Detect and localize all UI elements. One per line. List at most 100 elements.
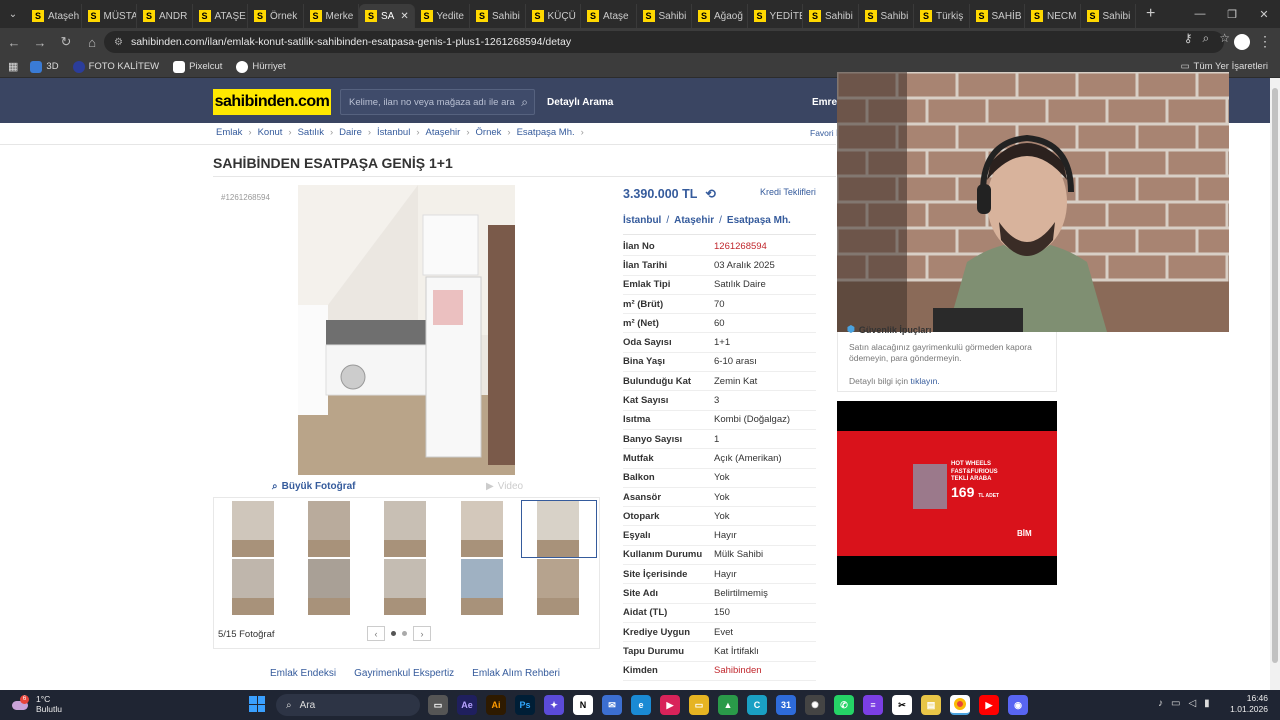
close-window-icon[interactable]: ✕	[1248, 0, 1280, 28]
browser-tab[interactable]: S Ataşe	[581, 4, 637, 28]
page-dot-active[interactable]	[391, 631, 396, 636]
new-tab-button[interactable]: +	[1146, 5, 1155, 23]
browser-tab[interactable]: S KÜÇÜ	[526, 4, 581, 28]
password-key-icon[interactable]: ⚷	[1184, 31, 1193, 46]
windows-start-icon[interactable]	[249, 696, 265, 712]
forward-icon[interactable]: →	[28, 30, 52, 54]
photo-thumbnail[interactable]	[308, 559, 350, 615]
edge-icon[interactable]: e	[631, 695, 651, 715]
notion-icon[interactable]: N	[573, 695, 593, 715]
location-neighborhood[interactable]: Esatpaşa Mh.	[727, 215, 791, 226]
weather-widget[interactable]: 6 1°C Bulutlu	[12, 694, 62, 714]
illustrator-icon[interactable]: Ai	[486, 695, 506, 715]
zoom-icon[interactable]: ⌕	[1203, 31, 1210, 46]
drive-icon[interactable]: ▲	[718, 695, 738, 715]
back-icon[interactable]: ←	[2, 30, 26, 54]
big-photo-button[interactable]: ⌕ Büyük Fotoğraf	[272, 481, 356, 492]
volume-icon[interactable]: ◁	[1188, 698, 1196, 709]
tab-search-icon[interactable]: ⌄	[0, 0, 26, 28]
browser-tab[interactable]: S Ağaoğ	[692, 4, 748, 28]
photoshop-icon[interactable]: Ps	[515, 695, 535, 715]
page-scrollbar[interactable]	[1270, 78, 1280, 690]
location-district[interactable]: Ataşehir	[674, 215, 714, 226]
browser-tab[interactable]: S Örnek	[248, 4, 304, 28]
next-page-button[interactable]: ›	[413, 626, 431, 641]
after-effects-icon[interactable]: Ae	[457, 695, 477, 715]
site-info-icon[interactable]: ⚙	[114, 37, 123, 48]
safety-details-link[interactable]: tıklayın.	[910, 376, 939, 386]
apps-grid-icon[interactable]: ▦	[8, 60, 18, 73]
whatsapp-icon[interactable]: ✆	[834, 695, 854, 715]
browser-tab[interactable]: S ANDR	[137, 4, 193, 28]
youtube-icon[interactable]: ▶	[979, 695, 999, 715]
menu-kebab-icon[interactable]: ⋮	[1258, 33, 1272, 50]
alim-rehberi-link[interactable]: Emlak Alım Rehberi	[472, 668, 560, 679]
location-city[interactable]: İstanbul	[623, 215, 661, 226]
browser-tab[interactable]: S Sahibi	[637, 4, 692, 28]
all-bookmarks[interactable]: ▭ Tüm Yer İşaretleri	[1181, 61, 1268, 72]
browser-tab[interactable]: S ATAŞE	[193, 4, 248, 28]
profile-avatar[interactable]	[1234, 34, 1250, 50]
breadcrumb-item[interactable]: İstanbul	[377, 127, 410, 138]
notes-icon[interactable]: ▤	[921, 695, 941, 715]
browser-tab[interactable]: S NECM	[1025, 4, 1081, 28]
display-icon[interactable]: ▭	[1171, 698, 1180, 709]
browser-tab[interactable]: S Sahibi	[1081, 4, 1136, 28]
browser-tab[interactable]: S Türkiş	[914, 4, 970, 28]
favorites-link[interactable]: Favori İ	[810, 128, 838, 138]
browser-tab[interactable]: S Sahibi	[470, 4, 526, 28]
browser-tab[interactable]: S SA ✕	[359, 4, 415, 28]
battery-icon[interactable]: ▮	[1204, 698, 1210, 709]
price-history-icon[interactable]: ⟲	[705, 186, 715, 201]
browser-tab[interactable]: S Ataşeh	[26, 4, 82, 28]
browser-tab[interactable]: S MÜSTA	[82, 4, 137, 28]
browser-tab[interactable]: S Sahibi	[859, 4, 914, 28]
breadcrumb-item[interactable]: Ataşehir	[425, 127, 460, 138]
canva-icon[interactable]: C	[747, 695, 767, 715]
task-view-icon[interactable]: ▭	[428, 695, 448, 715]
outlook-icon[interactable]: ✉	[602, 695, 622, 715]
photo-thumbnail[interactable]	[537, 501, 579, 557]
minimize-icon[interactable]: —	[1184, 0, 1216, 28]
breadcrumb-item[interactable]: Satılık	[298, 127, 324, 138]
site-logo[interactable]: sahibinden.com	[213, 89, 331, 115]
browser-tab[interactable]: S YEDİTE	[748, 4, 803, 28]
photo-thumbnail[interactable]	[537, 559, 579, 615]
site-search-input[interactable]: Kelime, ilan no veya mağaza adı ile ara …	[340, 89, 535, 115]
search-icon[interactable]: ⌕	[521, 95, 528, 110]
mic-icon[interactable]: ♪	[1158, 698, 1163, 709]
browser-tab[interactable]: S SAHİB	[970, 4, 1025, 28]
page-dot[interactable]	[402, 631, 407, 636]
ekspertiz-link[interactable]: Gayrimenkul Ekspertiz	[354, 668, 454, 679]
taskbar-clock[interactable]: 16:46 1.01.2026	[1230, 693, 1268, 715]
browser-tab[interactable]: S Sahibi	[803, 4, 859, 28]
discord-icon[interactable]: ◉	[1008, 695, 1028, 715]
bookmark-hurriyet[interactable]: Hürriyet	[236, 60, 286, 73]
taskbar-search[interactable]: ⌕ Ara	[276, 694, 420, 716]
reload-icon[interactable]: ↻	[54, 30, 78, 54]
photo-thumbnail[interactable]	[461, 559, 503, 615]
copilot-icon[interactable]: ✦	[544, 695, 564, 715]
restore-icon[interactable]: ❐	[1216, 0, 1248, 28]
calendar-icon[interactable]: 31	[776, 695, 796, 715]
bookmark-foto-kalitew[interactable]: FOTO KALİTEW	[72, 60, 159, 73]
main-listing-photo[interactable]	[298, 185, 515, 475]
scrollbar-thumb[interactable]	[1272, 88, 1278, 663]
bookmark-3d[interactable]: 3D	[30, 60, 59, 73]
photo-thumbnail[interactable]	[232, 559, 274, 615]
browser-tab[interactable]: S Yedite	[415, 4, 470, 28]
bookmark-pixelcut[interactable]: Pixelcut	[173, 60, 222, 73]
photo-thumbnail[interactable]	[384, 559, 426, 615]
breadcrumb-item[interactable]: Esatpaşa Mh.	[517, 127, 575, 138]
detailed-search-link[interactable]: Detaylı Arama	[547, 97, 613, 108]
stack-icon[interactable]: ≡	[863, 695, 883, 715]
close-tab-icon[interactable]: ✕	[400, 11, 408, 22]
file-explorer-icon[interactable]: ▭	[689, 695, 709, 715]
bookmark-star-icon[interactable]: ☆	[1219, 31, 1230, 46]
photo-thumbnail[interactable]	[232, 501, 274, 557]
breadcrumb-item[interactable]: Konut	[258, 127, 283, 138]
advertisement-banner[interactable]: HOT WHEELS FAST&FURIOUS TEKLİ ARABA 169 …	[837, 401, 1057, 585]
chrome-icon[interactable]	[950, 695, 970, 715]
home-icon[interactable]: ⌂	[80, 30, 104, 54]
credit-offers-link[interactable]: Kredi Teklifleri	[760, 187, 816, 197]
